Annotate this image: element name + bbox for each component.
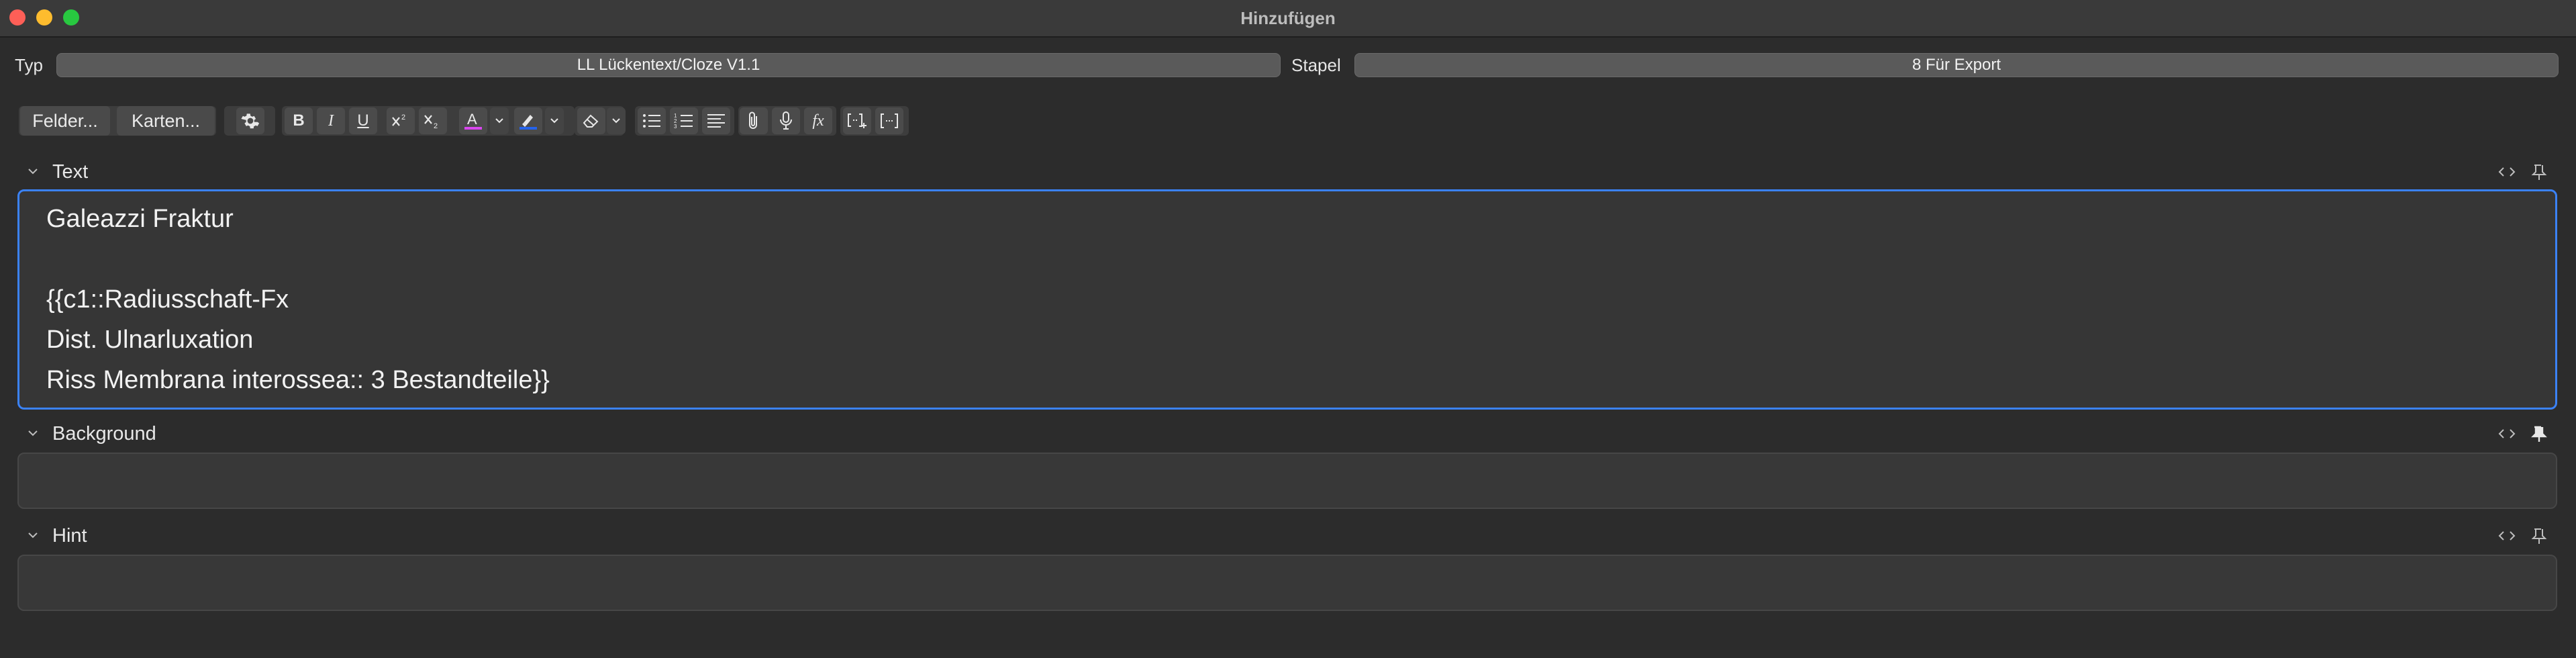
numbered-list-icon[interactable]: 123 xyxy=(670,107,698,134)
html-editor-icon[interactable] xyxy=(2495,162,2549,181)
window-title: Hinzufügen xyxy=(1240,8,1336,28)
chevron-down-icon[interactable] xyxy=(24,162,42,180)
deck-selector[interactable]: 8 Für Export xyxy=(1354,53,2559,77)
title-bar: Hinzufügen xyxy=(0,0,2576,38)
cards-button[interactable]: Karten... xyxy=(117,106,215,136)
deck-label: Stapel xyxy=(1291,55,1341,75)
text-line: {{c1::Radiusschaft-Fx xyxy=(46,285,289,314)
field-header-hint[interactable]: Hint xyxy=(0,522,2576,549)
chevron-down-icon[interactable] xyxy=(545,107,564,134)
paperclip-icon[interactable] xyxy=(740,107,768,134)
background-field-editor[interactable] xyxy=(17,453,2557,509)
text-line: Galeazzi Fraktur xyxy=(46,205,234,233)
pin-icon[interactable] xyxy=(2495,424,2549,443)
eraser-icon[interactable] xyxy=(577,107,605,134)
function-icon[interactable]: fx xyxy=(804,107,832,134)
note-type-selector[interactable]: LL Lückentext/Cloze V1.1 xyxy=(56,53,1281,77)
cloze-icon[interactable] xyxy=(843,107,871,134)
hint-field-editor[interactable] xyxy=(17,555,2557,611)
field-header-background[interactable]: Background xyxy=(0,420,2576,447)
pin-icon[interactable] xyxy=(2495,526,2549,545)
text-color-icon[interactable]: A xyxy=(459,107,487,134)
text-line: Riss Membrana interossea:: 3 Bestandteil… xyxy=(46,366,550,394)
field-header-text[interactable]: Text xyxy=(0,158,2576,185)
underline-icon[interactable]: U xyxy=(349,107,377,134)
italic-icon[interactable]: I xyxy=(317,107,345,134)
text-line: Dist. Ulnarluxation xyxy=(46,326,254,354)
subscript-icon[interactable]: 2 xyxy=(419,107,447,134)
svg-text:3: 3 xyxy=(674,124,677,130)
align-icon[interactable] xyxy=(702,107,730,134)
field-label-text: Text xyxy=(52,161,89,183)
text-color-glyph: A xyxy=(467,111,477,128)
chevron-down-icon[interactable] xyxy=(607,107,626,134)
svg-text:2: 2 xyxy=(401,113,405,122)
field-label-hint: Hint xyxy=(52,525,87,547)
bold-icon[interactable]: B xyxy=(285,107,313,134)
svg-text:2: 2 xyxy=(434,122,438,130)
microphone-icon[interactable] xyxy=(772,107,800,134)
highlight-icon[interactable] xyxy=(514,107,542,134)
note-type-label: Typ xyxy=(15,55,43,75)
fields-button[interactable]: Felder... xyxy=(20,106,110,136)
gear-icon[interactable] xyxy=(236,107,264,134)
bullet-list-icon[interactable] xyxy=(638,107,666,134)
chevron-down-icon[interactable] xyxy=(24,424,42,442)
field-label-background: Background xyxy=(52,423,156,444)
text-field-editor[interactable]: Galeazzi Fraktur {{c1::Radiusschaft-Fx D… xyxy=(17,189,2557,410)
cloze-same-icon[interactable] xyxy=(875,107,903,134)
chevron-down-icon[interactable] xyxy=(24,526,42,544)
superscript-icon[interactable]: 2 xyxy=(387,107,415,134)
chevron-down-icon[interactable] xyxy=(490,107,509,134)
